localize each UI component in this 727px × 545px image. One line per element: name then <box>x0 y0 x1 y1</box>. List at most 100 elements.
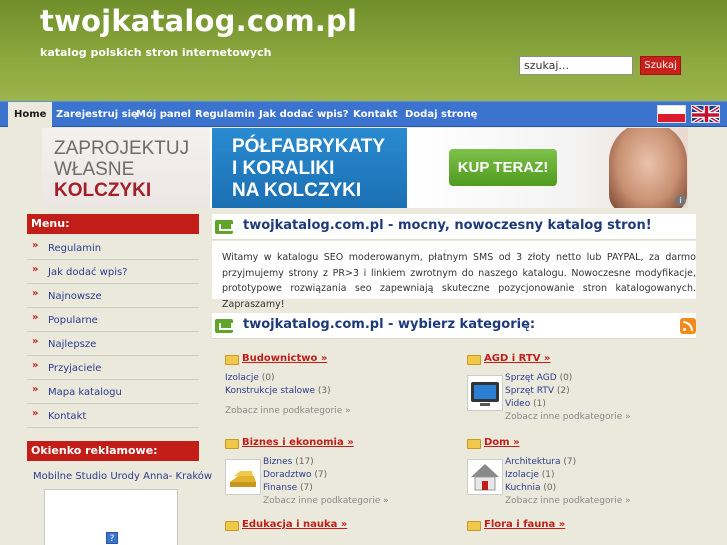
nav-panel[interactable]: Mój panel <box>136 102 191 127</box>
sidebar-item-regulamin[interactable]: » Regulamin <box>27 236 199 260</box>
ad-link[interactable]: Mobilne Studio Urody Anna- Kraków <box>33 471 212 482</box>
ad-window-heading: Okienko reklamowe: <box>27 441 199 461</box>
subcategory-label: Izolacje <box>505 470 539 480</box>
nav-add-site[interactable]: Dodaj stronę <box>405 102 477 127</box>
subcategory-label: Architektura <box>505 457 561 467</box>
sidebar-item-contact[interactable]: » Kontakt <box>27 404 199 428</box>
more-subcategories-link[interactable]: Zobacz inne podkategorie » <box>263 496 389 506</box>
subcategory-count: (1) <box>541 470 555 480</box>
sidebar-item-popular[interactable]: » Popularne <box>27 308 199 332</box>
folder-icon <box>225 355 239 365</box>
sidebar-item-label: Mapa katalogu <box>48 387 122 398</box>
ad-banner[interactable]: ZAPROJEKTUJ WŁASNE KOLCZYKI PÓŁFABRYKATY… <box>42 128 688 208</box>
intro-title: twojkatalog.com.pl - mocny, nowoczesny k… <box>243 218 652 233</box>
arrow-icon: » <box>32 240 39 251</box>
menu-heading: Menu: <box>27 214 199 234</box>
info-icon[interactable]: i <box>675 195 686 206</box>
check-icon <box>215 319 233 333</box>
category-link[interactable]: AGD i RTV » <box>484 353 550 364</box>
subcategory-link[interactable]: Finanse (7) <box>263 483 313 493</box>
buy-now-button[interactable]: KUP TERAZ! <box>449 149 557 186</box>
sidebar-item-friends[interactable]: » Przyjaciele <box>27 356 199 380</box>
subcategory-link[interactable]: Doradztwo (7) <box>263 470 327 480</box>
categories-heading-box: twojkatalog.com.pl - wybierz kategorię: <box>212 313 696 339</box>
folder-icon <box>225 439 239 449</box>
sidebar-item-best[interactable]: » Najlepsze <box>27 332 199 356</box>
subcategory-link[interactable]: Architektura (7) <box>505 457 576 467</box>
category-link[interactable]: Budownictwo » <box>242 353 327 364</box>
folder-icon <box>467 355 481 365</box>
nav-register[interactable]: Zarejestruj się <box>56 102 138 127</box>
more-subcategories-link[interactable]: Zobacz inne podkategorie » <box>225 406 351 416</box>
site-title[interactable]: twojkatalog.com.pl <box>40 4 357 38</box>
nav-how-to-add[interactable]: Jak dodać wpis? <box>259 102 349 127</box>
rss-icon[interactable] <box>680 318 696 334</box>
subcategory-label: Video <box>505 399 531 409</box>
subcategory-link[interactable]: Biznes (17) <box>263 457 314 467</box>
banner-middle-line: NA KOLCZYKI <box>232 180 362 201</box>
search-input[interactable] <box>519 56 633 75</box>
category-link[interactable]: Edukacja i nauka » <box>242 519 347 530</box>
category-link[interactable]: Flora i fauna » <box>484 519 565 530</box>
subcategory-link[interactable]: Video (1) <box>505 399 546 409</box>
tv-icon <box>467 375 503 411</box>
categories-title: twojkatalog.com.pl - wybierz kategorię: <box>243 317 536 332</box>
main-nav: Home Zarejestruj się Mój panel Regulamin… <box>0 101 727 127</box>
site-subtitle: katalog polskich stron internetowych <box>40 46 272 59</box>
sidebar-item-label: Przyjaciele <box>48 363 102 374</box>
category-link[interactable]: Biznes i ekonomia » <box>242 437 354 448</box>
arrow-icon: » <box>32 360 39 371</box>
sidebar-item-label: Jak dodać wpis? <box>48 267 128 278</box>
banner-left-line: ZAPROJEKTUJ <box>54 138 190 159</box>
nav-home[interactable]: Home <box>8 102 53 127</box>
subcategory-link[interactable]: Sprzęt RTV (2) <box>505 386 570 396</box>
intro-text: Witamy w katalogu SEO moderowanym, płatn… <box>212 241 696 310</box>
subcategory-count: (0) <box>543 483 557 493</box>
subcategory-link[interactable]: Izolacje (1) <box>505 470 555 480</box>
more-subcategories-link[interactable]: Zobacz inne podkategorie » <box>505 412 631 422</box>
banner-right-panel: KUP TERAZ! i <box>409 128 688 208</box>
banner-left-line: KOLCZYKI <box>54 180 152 201</box>
subcategory-label: Konstrukcje stalowe <box>225 386 315 396</box>
sidebar-item-label: Popularne <box>48 315 98 326</box>
sidebar-item-how-to-add[interactable]: » Jak dodać wpis? <box>27 260 199 284</box>
nav-contact[interactable]: Kontakt <box>353 102 398 127</box>
subcategory-label: Finanse <box>263 483 298 493</box>
missing-image-icon: ? <box>106 532 118 544</box>
subcategory-count: (0) <box>261 373 275 383</box>
subcategory-link[interactable]: Konstrukcje stalowe (3) <box>225 386 331 396</box>
nav-rules[interactable]: Regulamin <box>195 102 255 127</box>
page: twojkatalog.com.pl katalog polskich stro… <box>0 0 727 545</box>
subcategory-count: (17) <box>295 457 314 467</box>
subcategory-count: (7) <box>563 457 577 467</box>
arrow-icon: » <box>32 384 39 395</box>
banner-left-panel: ZAPROJEKTUJ WŁASNE KOLCZYKI <box>42 128 210 208</box>
check-icon <box>215 220 233 234</box>
subcategory-link[interactable]: Sprzęt AGD (0) <box>505 373 572 383</box>
banner-middle-panel: PÓŁFABRYKATY I KORALIKI NA KOLCZYKI <box>212 128 407 208</box>
sidebar-item-label: Regulamin <box>48 243 102 254</box>
subcategory-link[interactable]: Kuchnia (0) <box>505 483 556 493</box>
folder-icon <box>467 521 481 531</box>
subcategory-link[interactable]: Izolacje (0) <box>225 373 275 383</box>
sidebar-menu: » Regulamin » Jak dodać wpis? » Najnowsze »… <box>27 236 199 428</box>
search-button[interactable]: Szukaj <box>640 56 681 75</box>
sidebar-item-label: Kontakt <box>48 411 87 422</box>
sidebar-item-label: Najnowsze <box>48 291 102 302</box>
ad-image-box[interactable]: ? <box>44 489 178 545</box>
polish-flag-icon[interactable] <box>657 105 686 123</box>
category-link[interactable]: Dom » <box>484 437 520 448</box>
subcategory-label: Kuchnia <box>505 483 541 493</box>
sidebar-item-sitemap[interactable]: » Mapa katalogu <box>27 380 199 404</box>
banner-middle-text: PÓŁFABRYKATY I KORALIKI NA KOLCZYKI <box>232 136 385 202</box>
subcategory-count: (7) <box>300 483 313 493</box>
arrow-icon: » <box>32 408 39 419</box>
sidebar-item-label: Najlepsze <box>48 339 97 350</box>
sidebar-item-newest[interactable]: » Najnowsze <box>27 284 199 308</box>
arrow-icon: » <box>32 336 39 347</box>
uk-flag-icon[interactable] <box>691 105 720 123</box>
more-subcategories-link[interactable]: Zobacz inne podkategorie » <box>505 496 631 506</box>
subcategory-label: Izolacje <box>225 373 259 383</box>
arrow-icon: » <box>32 288 39 299</box>
subcategory-count: (3) <box>317 386 331 396</box>
